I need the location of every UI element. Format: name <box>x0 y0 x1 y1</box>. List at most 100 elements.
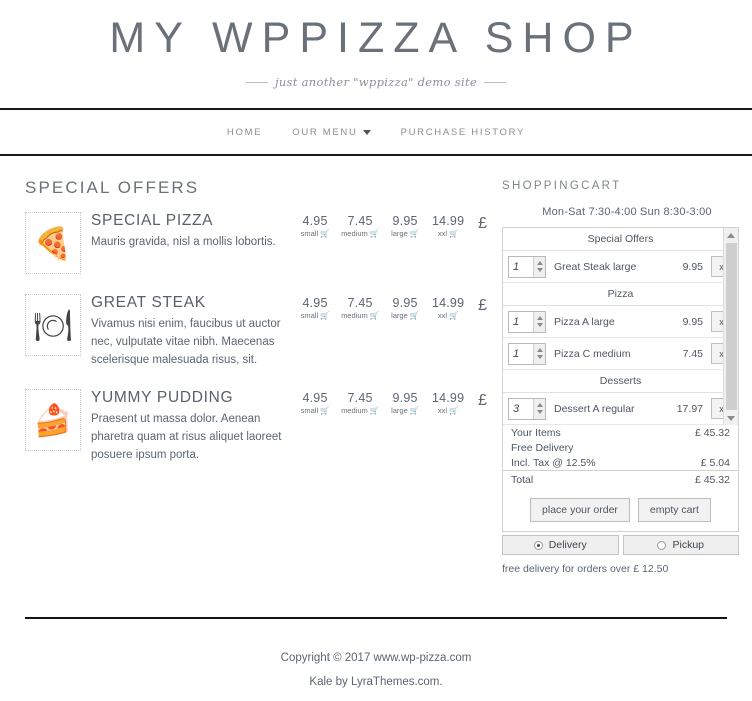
spinner-up-icon[interactable] <box>536 348 543 352</box>
price-option-large[interactable]: 9.95 large 🛒 <box>388 214 422 238</box>
spinner-down-icon[interactable] <box>536 355 543 359</box>
nav-item-home[interactable]: HOME <box>227 127 262 138</box>
price-size-text: medium <box>341 229 368 238</box>
cart-group-header: Pizza <box>503 283 738 306</box>
quantity-input[interactable]: 3 <box>509 399 533 419</box>
price-size-label: small 🛒 <box>298 229 332 238</box>
price-option-small[interactable]: 4.95 small 🛒 <box>298 391 332 415</box>
add-to-cart-icon[interactable]: 🛒 <box>370 229 379 238</box>
cart-item-row: 3 Dessert A regular 17.97 x <box>503 393 738 425</box>
add-to-cart-icon[interactable]: 🛒 <box>449 311 458 320</box>
desc-rule-left <box>245 81 268 83</box>
price-size-label: large 🛒 <box>388 406 422 415</box>
spinner-up-icon[interactable] <box>536 403 543 407</box>
scrollbar-thumb[interactable] <box>725 243 737 410</box>
spinner-down-icon[interactable] <box>536 268 543 272</box>
spinner-down-icon[interactable] <box>536 323 543 327</box>
nav-item-label: OUR MENU <box>292 126 358 138</box>
cart-total-label: Free Delivery <box>511 442 574 454</box>
order-mode-label: Delivery <box>548 539 587 551</box>
quantity-spinner[interactable] <box>533 398 545 419</box>
add-to-cart-icon[interactable]: 🛒 <box>320 229 329 238</box>
quantity-spinner[interactable] <box>533 311 545 332</box>
menu-item-prices: 4.95 small 🛒 7.45 medium 🛒 9.95 large 🛒 14.99 xxl 🛒… <box>298 294 487 320</box>
cart-scrollbar[interactable] <box>723 228 738 425</box>
cart-group-header: Special Offers <box>503 228 738 251</box>
quantity-input[interactable]: 1 <box>509 312 533 332</box>
price-size-label: medium 🛒 <box>341 229 379 238</box>
empty-cart-button[interactable]: empty cart <box>637 498 711 522</box>
price-size-label: medium 🛒 <box>341 406 379 415</box>
footer-divider <box>25 617 727 619</box>
primary-navigation-bar: HOME OUR MENU PURCHASE HISTORY <box>0 108 752 156</box>
scroll-up-button[interactable] <box>724 228 738 242</box>
price-option-medium[interactable]: 7.45 medium 🛒 <box>341 296 379 320</box>
quantity-spinner[interactable] <box>533 256 545 277</box>
quantity-input[interactable]: 1 <box>509 257 533 277</box>
page-root: MY WPPIZZA SHOP just another "wppizza" d… <box>0 0 752 701</box>
price-option-xxl[interactable]: 14.99 xxl 🛒 <box>431 391 465 415</box>
price-size-text: small <box>300 311 319 320</box>
menu-item-prices: 4.95 small 🛒 7.45 medium 🛒 9.95 large 🛒 14.99 xxl 🛒… <box>298 389 487 415</box>
price-size-text: large <box>391 406 408 416</box>
pizza-image: 🍕 <box>25 212 81 274</box>
add-to-cart-icon[interactable]: 🛒 <box>320 311 329 320</box>
scroll-down-button[interactable] <box>724 411 738 425</box>
menu-item-description: Mauris gravida, nisl a mollis lobortis. <box>91 236 276 248</box>
price-option-medium[interactable]: 7.45 medium 🛒 <box>341 391 379 415</box>
add-to-cart-icon[interactable]: 🛒 <box>370 311 379 320</box>
spinner-up-icon[interactable] <box>536 261 543 265</box>
price-option-large[interactable]: 9.95 large 🛒 <box>388 296 422 320</box>
price-option-medium[interactable]: 7.45 medium 🛒 <box>341 214 379 238</box>
price-option-large[interactable]: 9.95 large 🛒 <box>388 391 422 415</box>
add-to-cart-icon[interactable]: 🛒 <box>410 229 419 238</box>
add-to-cart-icon[interactable]: 🛒 <box>370 406 379 415</box>
currency-symbol: £ <box>478 297 487 314</box>
price-size-label: medium 🛒 <box>341 311 379 320</box>
footer-credit: Kale by LyraThemes.com. <box>309 676 443 688</box>
quantity-stepper[interactable]: 1 <box>508 255 546 278</box>
order-mode-pickup[interactable]: Pickup <box>622 535 739 555</box>
place-order-button[interactable]: place your order <box>530 498 630 522</box>
price-amount: 7.45 <box>347 391 373 406</box>
quantity-stepper[interactable]: 3 <box>508 397 546 420</box>
menu-item-description: Praesent ut massa dolor. Aenean pharetra… <box>91 413 282 462</box>
price-amount: 7.45 <box>347 214 373 228</box>
spinner-down-icon[interactable] <box>536 410 543 414</box>
quantity-spinner[interactable] <box>533 343 545 364</box>
quantity-stepper[interactable]: 1 <box>508 310 546 333</box>
add-to-cart-icon[interactable]: 🛒 <box>320 406 329 415</box>
order-mode-delivery[interactable]: Delivery <box>502 535 619 555</box>
site-description: just another "wppizza" demo site <box>0 75 752 89</box>
add-to-cart-icon[interactable]: 🛒 <box>410 406 419 415</box>
desc-rule-right <box>484 81 507 83</box>
radio-icon[interactable] <box>657 540 667 550</box>
price-option-xxl[interactable]: 14.99 xxl 🛒 <box>431 214 465 238</box>
menu-item: 🍕 SPECIAL PIZZA Mauris gravida, nisl a mol… <box>25 212 487 274</box>
price-option-small[interactable]: 4.95 small 🛒 <box>298 214 332 238</box>
menu-item: 🍰 YUMMY PUDDING Praesent ut massa dolor. A… <box>25 389 487 464</box>
menu-item-list: 🍕 SPECIAL PIZZA Mauris gravida, nisl a mol… <box>25 212 487 465</box>
spinner-up-icon[interactable] <box>536 316 543 320</box>
quantity-stepper[interactable]: 1 <box>508 342 546 365</box>
cart-total-value: £ 5.04 <box>700 457 730 469</box>
price-size-label: xxl 🛒 <box>431 311 465 320</box>
add-to-cart-icon[interactable]: 🛒 <box>449 406 458 415</box>
nav-item-our-menu[interactable]: OUR MENU <box>292 126 371 138</box>
price-size-label: large 🛒 <box>388 229 422 238</box>
cart-item-name: Great Steak large <box>554 260 637 273</box>
cart-item-name: Pizza C medium <box>554 347 631 360</box>
nav-item-purchase-history[interactable]: PURCHASE HISTORY <box>401 127 526 138</box>
chevron-down-icon <box>362 130 371 135</box>
chevron-down-icon <box>727 415 735 421</box>
shopping-cart-title: SHOPPINGCART <box>502 180 622 192</box>
chevron-up-icon <box>727 232 735 238</box>
price-option-small[interactable]: 4.95 small 🛒 <box>298 296 332 320</box>
add-to-cart-icon[interactable]: 🛒 <box>410 311 419 320</box>
add-to-cart-icon[interactable]: 🛒 <box>449 229 458 238</box>
menu-item-title: SPECIAL PIZZA <box>91 212 214 229</box>
quantity-input[interactable]: 1 <box>509 344 533 364</box>
menu-item: 🍽 GREAT STEAK Vivamus nisi enim, faucibus … <box>25 294 487 369</box>
radio-icon[interactable] <box>533 540 543 550</box>
price-option-xxl[interactable]: 14.99 xxl 🛒 <box>431 296 465 320</box>
